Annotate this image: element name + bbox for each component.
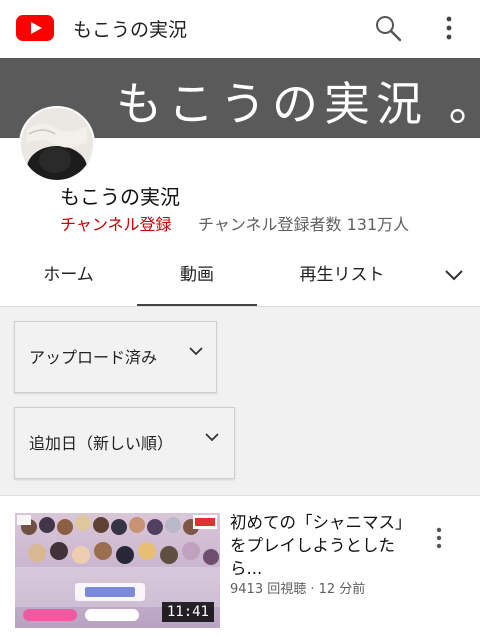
upload-filter-dropdown[interactable]: アップロード済み — [14, 321, 217, 393]
chevron-down-icon — [205, 433, 219, 442]
video-duration: 11:41 — [161, 602, 214, 622]
channel-tabs: ホーム 動画 再生リスト — [0, 246, 480, 307]
sort-filter-dropdown[interactable]: 追加日（新しい順） — [14, 407, 235, 479]
video-meta: 9413 回視聴 · 12 分前 — [230, 582, 366, 597]
youtube-logo-icon[interactable] — [16, 15, 54, 41]
search-icon[interactable] — [374, 14, 402, 42]
subscribe-button[interactable]: チャンネル登録 — [60, 211, 172, 235]
avatar-image — [21, 108, 93, 180]
chevron-down-icon[interactable] — [440, 263, 468, 287]
subscriber-count: チャンネル登録者数 131万人 — [198, 215, 410, 234]
chevron-down-icon — [189, 347, 203, 356]
app-title: もこうの実況 — [73, 19, 188, 41]
sort-filter-label: 追加日（新しい順） — [29, 434, 174, 453]
top-app-bar: もこうの実況 — [0, 0, 480, 58]
tab-playlists[interactable]: 再生リスト — [257, 246, 427, 304]
banner-text: もこうの実況 。 — [116, 77, 480, 131]
channel-name: もこうの実況 — [60, 185, 180, 209]
channel-avatar[interactable] — [19, 106, 95, 182]
video-title[interactable]: 初めての「シャニマス」をプレイしようとしたら... — [230, 511, 420, 580]
more-vert-icon[interactable] — [432, 526, 446, 550]
video-list-item[interactable]: 11:41 初めての「シャニマス」をプレイしようとしたら... 9413 回視聴… — [0, 495, 480, 637]
tab-videos[interactable]: 動画 — [137, 246, 257, 306]
more-vert-icon[interactable] — [437, 14, 461, 42]
video-thumbnail[interactable]: 11:41 — [15, 513, 220, 628]
upload-filter-label: アップロード済み — [29, 348, 158, 367]
tab-home[interactable]: ホーム — [0, 246, 137, 304]
